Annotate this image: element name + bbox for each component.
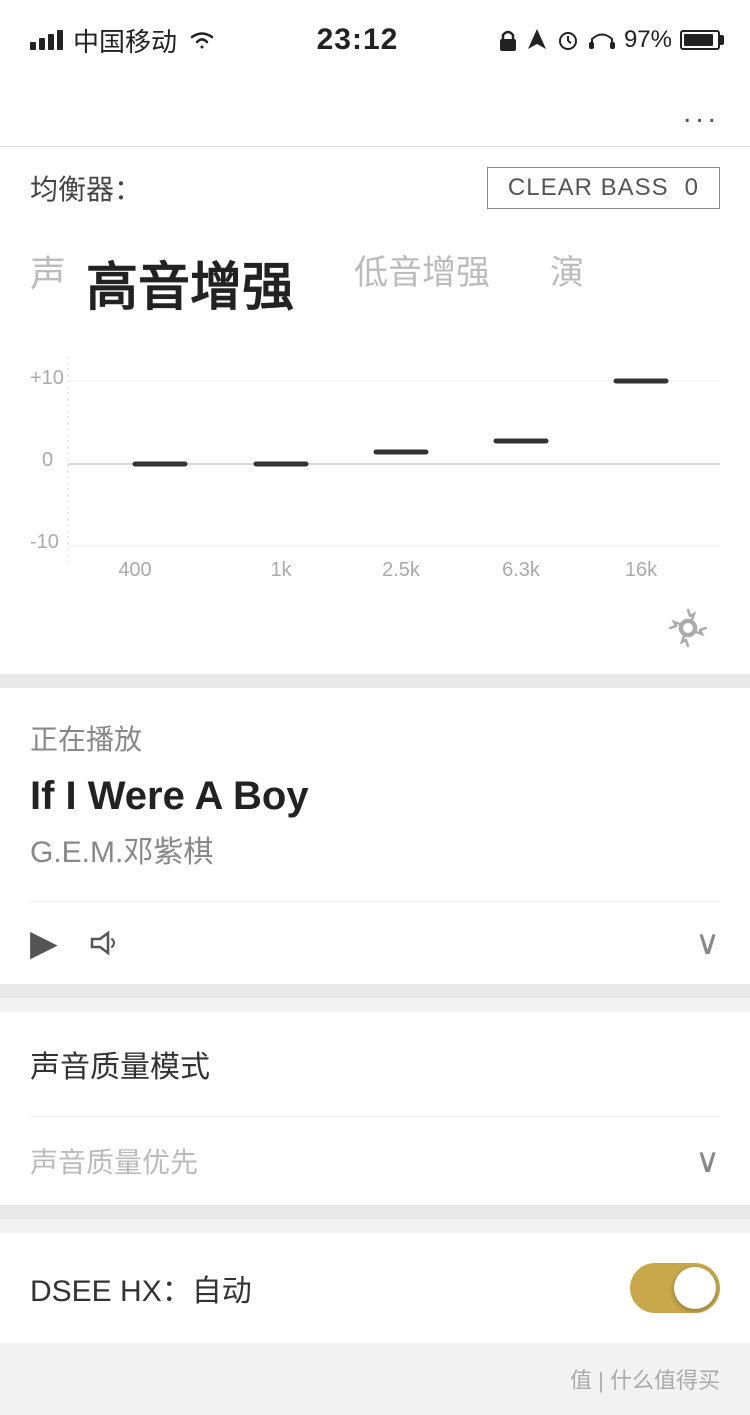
- track-name: If I Were A Boy: [30, 774, 720, 819]
- section-divider-2: [0, 984, 750, 998]
- lock-icon: [498, 27, 518, 53]
- dsee-label: DSEE HX：自动: [30, 1266, 252, 1310]
- more-menu-button[interactable]: ...: [0, 80, 750, 146]
- tab-voice[interactable]: 声: [30, 229, 86, 336]
- play-button[interactable]: ▶: [30, 922, 58, 964]
- carrier-label: 中国移动: [73, 22, 177, 59]
- wifi-icon: [187, 29, 217, 51]
- sound-quality-section: 声音质量模式 声音质量优先 ∨: [0, 1012, 750, 1205]
- battery-icon: [680, 30, 720, 50]
- status-right: 97%: [498, 26, 720, 54]
- dsee-section: DSEE HX：自动: [0, 1233, 750, 1343]
- tab-stage[interactable]: 演: [520, 229, 614, 336]
- svg-text:400: 400: [118, 559, 151, 581]
- clear-bass-button[interactable]: CLEAR BASS 0: [487, 167, 720, 209]
- dsee-toggle[interactable]: [630, 1263, 720, 1313]
- tab-bass[interactable]: 低音增强: [324, 229, 520, 336]
- clear-bass-value: 0: [685, 174, 699, 202]
- svg-text:6.3k: 6.3k: [502, 559, 541, 581]
- svg-text:+10: +10: [30, 367, 64, 389]
- artist-name: G.E.M.邓紫棋: [30, 827, 720, 871]
- svg-text:0: 0: [42, 449, 53, 471]
- status-left: 中国移动: [30, 22, 217, 59]
- toggle-knob: [674, 1267, 716, 1309]
- eq-chart: +10 0 -10 400 1k 2.5k 6.3k 1: [30, 346, 720, 586]
- gear-icon[interactable]: [666, 606, 710, 650]
- svg-text:16k: 16k: [625, 559, 658, 581]
- player-controls: ▶ ∨: [30, 901, 720, 984]
- now-playing-title: 正在播放: [30, 718, 720, 758]
- signal-icon: [30, 30, 63, 50]
- tab-treble[interactable]: 高音增强: [86, 229, 324, 336]
- battery-percent: 97%: [624, 26, 672, 54]
- clear-bass-label: CLEAR BASS: [508, 174, 669, 202]
- alarm-icon: [556, 28, 580, 52]
- eq-settings-row: [30, 586, 720, 674]
- now-playing-section: 正在播放 If I Were A Boy G.E.M.邓紫棋 ▶ ∨: [0, 688, 750, 984]
- section-divider-3: [0, 1205, 750, 1219]
- equalizer-section: 均衡器： CLEAR BASS 0 声 高音增强 低音增强 演 +10 0 -1…: [0, 147, 750, 674]
- eq-header: 均衡器： CLEAR BASS 0: [30, 167, 720, 209]
- bottom-hint: 值 | 什么值得买: [0, 1343, 750, 1415]
- svg-text:1k: 1k: [270, 559, 292, 581]
- status-bar: 中国移动 23:12 97%: [0, 0, 750, 80]
- quality-dropdown-row[interactable]: 声音质量优先 ∨: [30, 1116, 720, 1205]
- svg-text:-10: -10: [30, 531, 59, 553]
- headphone-icon: [588, 29, 616, 51]
- chevron-down-button[interactable]: ∨: [695, 923, 720, 963]
- location-icon: [526, 27, 548, 53]
- svg-text:2.5k: 2.5k: [382, 559, 421, 581]
- eq-tabs: 声 高音增强 低音增强 演: [30, 229, 720, 336]
- eq-label: 均衡器：: [30, 168, 142, 208]
- status-time: 23:12: [317, 23, 399, 57]
- quality-dropdown-label: 声音质量优先: [30, 1141, 198, 1181]
- quality-chevron-icon[interactable]: ∨: [695, 1141, 720, 1181]
- sound-quality-title: 声音质量模式: [30, 1042, 720, 1086]
- volume-icon[interactable]: [88, 929, 124, 957]
- player-left: ▶: [30, 922, 124, 964]
- section-divider-1: [0, 674, 750, 688]
- eq-chart-svg: +10 0 -10 400 1k 2.5k 6.3k 1: [30, 346, 720, 586]
- dsee-row: DSEE HX：自动: [30, 1263, 720, 1313]
